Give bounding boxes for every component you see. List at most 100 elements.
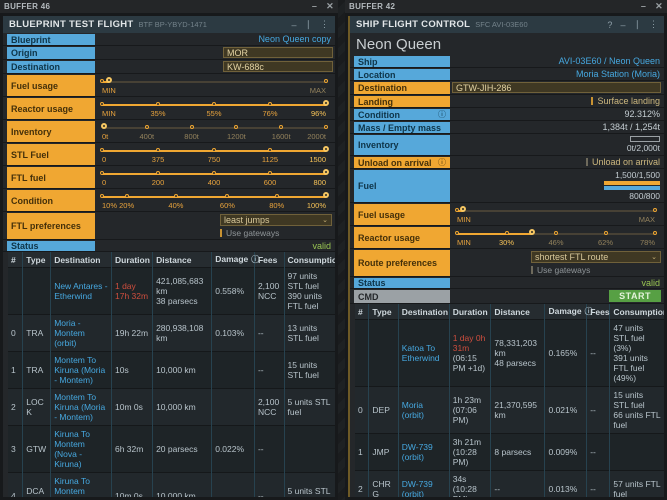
ship-link[interactable]: AVI-03E60 / Neon Queen xyxy=(559,56,660,66)
tick-label: 46% xyxy=(548,238,563,247)
fuel-usage-slider[interactable]: MIN MAX xyxy=(102,74,326,96)
stl-fuel-slider[interactable]: 0 375 750 1125 1500 xyxy=(102,143,326,165)
cell-dist: 21,370,595 km xyxy=(491,387,545,434)
use-gateways-toggle[interactable]: Use gateways xyxy=(531,265,661,275)
buffer-blueprint-test-flight: BUFFER 46 – ✕ BLUEPRINT TEST FLIGHT BTF … xyxy=(0,0,338,500)
cell-dist: 10,000 km xyxy=(153,473,212,498)
detach-icon[interactable]: ❘ xyxy=(304,19,312,30)
col-damage: Damage xyxy=(215,254,248,264)
reactor-usage-slider[interactable]: MIN 35% 55% 76% 96% xyxy=(102,97,326,119)
slider-handle[interactable] xyxy=(323,169,329,175)
cell-dest: Moria - Montem (orbit) xyxy=(51,315,112,352)
menu-icon[interactable]: ⋮ xyxy=(649,19,658,30)
minimize-icon[interactable]: – xyxy=(620,20,625,30)
help-icon[interactable]: ? xyxy=(607,20,612,30)
reactor-usage-label: Reactor usage xyxy=(7,98,95,119)
col-distance: Distance xyxy=(156,255,191,265)
slider-handle[interactable] xyxy=(323,100,329,106)
start-button[interactable]: START xyxy=(609,290,661,302)
cell-fees: -- xyxy=(254,473,284,498)
route-preferences-dropdown[interactable]: shortest FTL route ⌄ xyxy=(531,251,661,263)
col-fees: Fees xyxy=(590,307,609,317)
slider-handle[interactable] xyxy=(323,192,329,198)
fuel-usage-label: Fuel usage xyxy=(7,75,95,96)
cell-num xyxy=(355,320,369,387)
col-distance: Distance xyxy=(494,307,529,317)
ftl-fuel-slider[interactable]: 0 200 400 600 800 xyxy=(102,166,326,188)
destination-link[interactable]: Kiruna To Montem (Nova - Kiruna) xyxy=(54,429,90,469)
fuel-usage-slider[interactable]: MIN MAX xyxy=(457,203,655,225)
detach-icon[interactable]: ❘ xyxy=(633,19,641,30)
minimize-icon[interactable]: – xyxy=(641,2,646,11)
destination-link[interactable]: New Antares - Etherwind xyxy=(54,281,107,301)
ftl-fuel-bar xyxy=(604,186,660,190)
cell-fees: 2,100 NCC xyxy=(254,268,284,315)
menu-icon[interactable]: ⋮ xyxy=(320,19,329,30)
table-header-row: # Type Destination Duration Distance Dam… xyxy=(8,252,335,268)
landing-toggle[interactable]: Surface landing xyxy=(591,96,660,106)
destination-link[interactable]: DW-739 (orbit) xyxy=(402,479,433,497)
destination-link[interactable]: Moria (orbit) xyxy=(402,400,424,420)
reactor-usage-slider[interactable]: MIN 30% 46% 62% 78% xyxy=(457,226,655,248)
slider-handle[interactable] xyxy=(529,229,535,235)
condition-slider[interactable]: 10% 20% 40% 60% 80% 100% xyxy=(102,189,326,211)
cell-dmg xyxy=(212,473,255,498)
destination-link[interactable]: Kiruna To Montem (Nova - Kiruna) xyxy=(54,476,90,497)
location-label: Location xyxy=(354,69,450,80)
slider-handle[interactable] xyxy=(106,77,112,83)
origin-input[interactable] xyxy=(223,47,333,58)
cell-num: 3 xyxy=(8,426,23,473)
minimize-icon[interactable]: – xyxy=(312,2,317,11)
landing-value: Surface landing xyxy=(597,96,660,106)
destination-link[interactable]: Katoa To Etherwind xyxy=(402,343,440,363)
info-icon[interactable]: ⓘ xyxy=(438,157,446,168)
duration-warning: 1 day 17h 32m xyxy=(115,281,148,301)
cell-dist: 280,938,108 km xyxy=(153,315,212,352)
ship-label: Ship xyxy=(354,56,450,67)
cell-type: TRA xyxy=(23,352,51,389)
destination-link[interactable]: Montem To Kiruna (Moria - Montem) xyxy=(54,392,105,422)
destination-link[interactable]: Moria - Montem (orbit) xyxy=(54,318,85,348)
slider-handle[interactable] xyxy=(460,206,466,212)
cell-num: 1 xyxy=(8,352,23,389)
destination-link[interactable]: DW-739 (orbit) xyxy=(402,442,433,462)
close-icon[interactable]: ✕ xyxy=(655,2,663,11)
cell-cons xyxy=(284,426,335,473)
duration-warning: 1 day 0h 31m xyxy=(453,333,486,353)
route-table-row: 2LOCKMontem To Kiruna (Moria - Montem)10… xyxy=(8,389,335,426)
destination-input[interactable] xyxy=(223,61,333,72)
close-icon[interactable]: ✕ xyxy=(326,2,334,11)
slider-handle[interactable] xyxy=(101,123,107,129)
cell-dest: Katoa To Etherwind xyxy=(398,320,449,387)
cell-num: 0 xyxy=(355,387,369,434)
buffer-titlebar[interactable]: BUFFER 42 – ✕ xyxy=(345,0,667,13)
minimize-icon[interactable]: – xyxy=(291,20,296,30)
destination-input[interactable] xyxy=(452,82,661,93)
cell-dest: DW-739 (orbit) xyxy=(398,471,449,498)
unload-toggle[interactable]: Unload on arrival xyxy=(586,157,660,167)
cell-dist: 10,000 km xyxy=(153,352,212,389)
slider-handle[interactable] xyxy=(323,146,329,152)
cell-type xyxy=(369,320,398,387)
cell-dmg: 0.021% xyxy=(545,387,587,434)
cell-dmg xyxy=(212,352,255,389)
cell-type: DEP xyxy=(369,387,398,434)
buffer-title: BUFFER 42 xyxy=(349,2,395,11)
use-gateways-toggle[interactable]: Use gateways xyxy=(220,228,332,238)
destination-link[interactable]: Montem To Kiruna (Moria - Montem) xyxy=(54,355,105,385)
inventory-bar-group[interactable]: 0t/2,000t xyxy=(600,135,660,153)
tick-label: MAX xyxy=(310,86,326,95)
tick-label: 76% xyxy=(262,109,277,118)
ftl-preferences-dropdown[interactable]: least jumps ⌄ xyxy=(220,214,332,226)
location-link[interactable]: Moria Station (Moria) xyxy=(576,69,660,79)
inventory-slider[interactable]: 0t 400t 800t 1200t 1600t 2000t xyxy=(102,120,326,142)
cell-dur: 1 day 17h 32m xyxy=(111,268,152,315)
buffer-titlebar[interactable]: BUFFER 46 – ✕ xyxy=(0,0,338,13)
blueprint-link[interactable]: Neon Queen copy xyxy=(258,34,331,44)
window-title: BLUEPRINT TEST FLIGHT xyxy=(9,19,134,30)
cell-num: 0 xyxy=(8,315,23,352)
ftl-fuel-label: FTL fuel xyxy=(7,167,95,188)
cell-dur: 3h 21m (10:28 PM) xyxy=(449,434,491,471)
cell-dmg: 0.022% xyxy=(212,426,255,473)
info-icon[interactable]: ⓘ xyxy=(438,109,446,120)
